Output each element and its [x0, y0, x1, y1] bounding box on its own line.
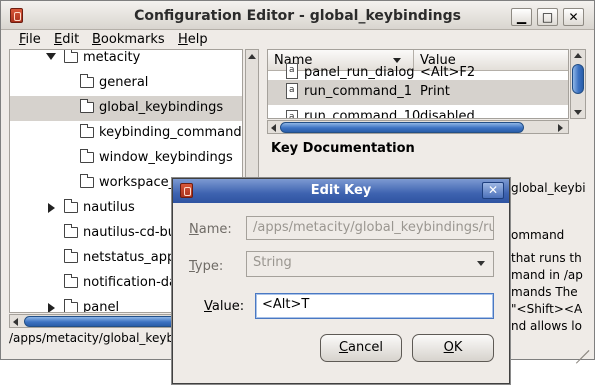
- dropdown-arrow-icon: [477, 261, 485, 266]
- type-combo: String: [246, 251, 494, 277]
- documentation-text: that runs th: [511, 251, 582, 265]
- menu-edit[interactable]: Edit: [54, 32, 79, 47]
- maximize-button[interactable]: □: [537, 8, 558, 26]
- scroll-up-icon[interactable]: [574, 53, 582, 58]
- documentation-text: mand in /ap: [511, 268, 583, 282]
- window-title: Configuration Editor - global_keybinding…: [134, 8, 461, 24]
- string-key-icon: [286, 63, 298, 79]
- title-bar[interactable]: Configuration Editor - global_keybinding…: [1, 1, 594, 30]
- minimize-button[interactable]: ▁: [511, 8, 532, 26]
- documentation-text: "<Shift><A: [511, 302, 583, 316]
- folder-icon: [64, 274, 78, 288]
- scroll-right-icon[interactable]: [558, 124, 563, 132]
- key-list-hscroll-thumb[interactable]: [280, 122, 524, 133]
- documentation-text: ommand: [511, 228, 565, 242]
- documentation-heading: Key Documentation: [271, 141, 415, 156]
- expander-closed-icon[interactable]: [48, 203, 55, 213]
- scroll-left-icon[interactable]: [13, 318, 18, 326]
- key-list[interactable]: Name Value panel_run_dialog <Alt>F2 run_…: [267, 49, 569, 119]
- folder-icon: [64, 249, 78, 263]
- ok-button[interactable]: OK: [412, 334, 494, 362]
- tree-item-window-keybindings[interactable]: window_keybindings: [10, 146, 242, 171]
- menu-bookmarks[interactable]: Bookmarks: [92, 32, 165, 47]
- name-field: /apps/metacity/global_keybindings/run_co…: [246, 216, 494, 240]
- close-button[interactable]: ✕: [563, 8, 584, 26]
- folder-icon: [80, 99, 94, 113]
- key-list-vertical-scrollbar[interactable]: [570, 49, 586, 119]
- name-label: Name:: [189, 222, 232, 237]
- tree-item-global-keybindings[interactable]: global_keybindings: [10, 96, 242, 121]
- menu-bar: File Edit Bookmarks Help: [1, 30, 594, 49]
- folder-icon: [80, 124, 94, 138]
- dialog-title-bar[interactable]: Edit Key ✕: [173, 179, 509, 203]
- folder-icon: [64, 224, 78, 238]
- tree-hscroll-thumb[interactable]: [24, 316, 184, 327]
- expander-closed-icon[interactable]: [48, 303, 55, 312]
- menu-help[interactable]: Help: [178, 32, 208, 47]
- scroll-left-icon[interactable]: [271, 124, 276, 132]
- key-list-horizontal-scrollbar[interactable]: [267, 120, 569, 134]
- folder-icon: [80, 74, 94, 88]
- documentation-text: mands The: [511, 285, 578, 299]
- tree-item-keybinding-commands[interactable]: keybinding_commands: [10, 121, 242, 146]
- key-row[interactable]: run_command_1 Print: [268, 80, 568, 105]
- folder-icon: [80, 149, 94, 163]
- string-key-icon: [286, 110, 298, 118]
- documentation-text: nd allows lo: [511, 319, 582, 333]
- key-row[interactable]: run_command_10 disabled: [268, 107, 568, 118]
- expander-open-icon[interactable]: [46, 53, 56, 60]
- tree-item-general[interactable]: general: [10, 71, 242, 96]
- documentation-text: global_keybi: [511, 181, 586, 195]
- scroll-up-icon[interactable]: [248, 54, 256, 59]
- folder-icon: [64, 299, 78, 312]
- edit-key-dialog: Edit Key ✕ Name: /apps/metacity/global_k…: [172, 178, 510, 384]
- value-label: Value:: [204, 299, 245, 314]
- dialog-close-button[interactable]: ✕: [482, 182, 504, 199]
- key-list-vscroll-thumb[interactable]: [572, 64, 584, 94]
- scroll-down-icon[interactable]: [574, 110, 582, 115]
- cancel-button[interactable]: Cancel: [320, 334, 402, 362]
- value-input[interactable]: <Alt>T: [255, 293, 494, 319]
- resize-grip-icon[interactable]: [573, 335, 590, 364]
- dialog-title: Edit Key: [310, 183, 372, 198]
- tree-item-metacity[interactable]: metacity: [10, 50, 242, 71]
- folder-icon: [64, 199, 78, 213]
- folder-open-icon: [64, 50, 78, 63]
- string-key-icon: [286, 83, 298, 99]
- menu-file[interactable]: File: [19, 32, 41, 47]
- type-label: Type:: [189, 259, 224, 274]
- folder-icon: [80, 174, 94, 188]
